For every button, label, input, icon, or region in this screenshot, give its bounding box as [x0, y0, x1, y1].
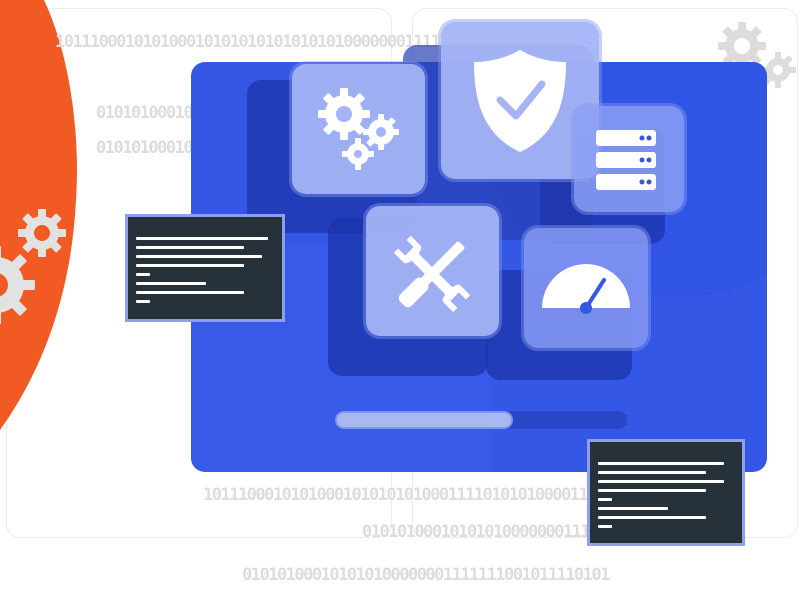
server-icon [596, 130, 656, 190]
server-tile[interactable] [574, 106, 684, 212]
code-line [598, 498, 612, 501]
speedometer-icon [542, 264, 630, 314]
code-line [598, 471, 706, 474]
gauge-tile[interactable] [524, 228, 648, 348]
progress-bar-fill [335, 411, 514, 429]
binary-text-left-2: 010101000101 [96, 138, 202, 158]
code-line [598, 480, 724, 483]
terminal-window-left [125, 214, 285, 322]
code-line [136, 246, 244, 249]
binary-text-left-1: 010101000101 [96, 103, 202, 123]
terminal-window-right [587, 439, 745, 546]
code-line [136, 273, 150, 276]
code-line [598, 516, 706, 519]
code-line [136, 282, 206, 285]
code-line [136, 291, 244, 294]
code-line [136, 237, 268, 240]
binary-text-bottom-2: 01010100010101010000000111 [362, 522, 591, 542]
code-line [136, 300, 150, 303]
binary-text-bottom-1: 1011100010101000101010101000111101010100… [203, 485, 606, 505]
code-line [136, 264, 244, 267]
code-line [136, 255, 262, 258]
gears-icon [318, 88, 399, 170]
code-line [598, 525, 612, 528]
gear-icon [0, 246, 35, 324]
tools-tile[interactable] [366, 206, 499, 336]
gears-tile[interactable] [292, 64, 425, 194]
progress-bar [335, 411, 627, 429]
binary-text-bottom-3: 0101010001010101000000011111110010111101… [242, 565, 610, 585]
binary-text-top: 1011100010101000101010101010101010000000… [55, 32, 441, 52]
code-line [598, 507, 668, 510]
code-line [598, 489, 706, 492]
wrench-screwdriver-icon [393, 235, 471, 313]
shield-check-icon [474, 50, 566, 152]
code-line [598, 462, 724, 465]
